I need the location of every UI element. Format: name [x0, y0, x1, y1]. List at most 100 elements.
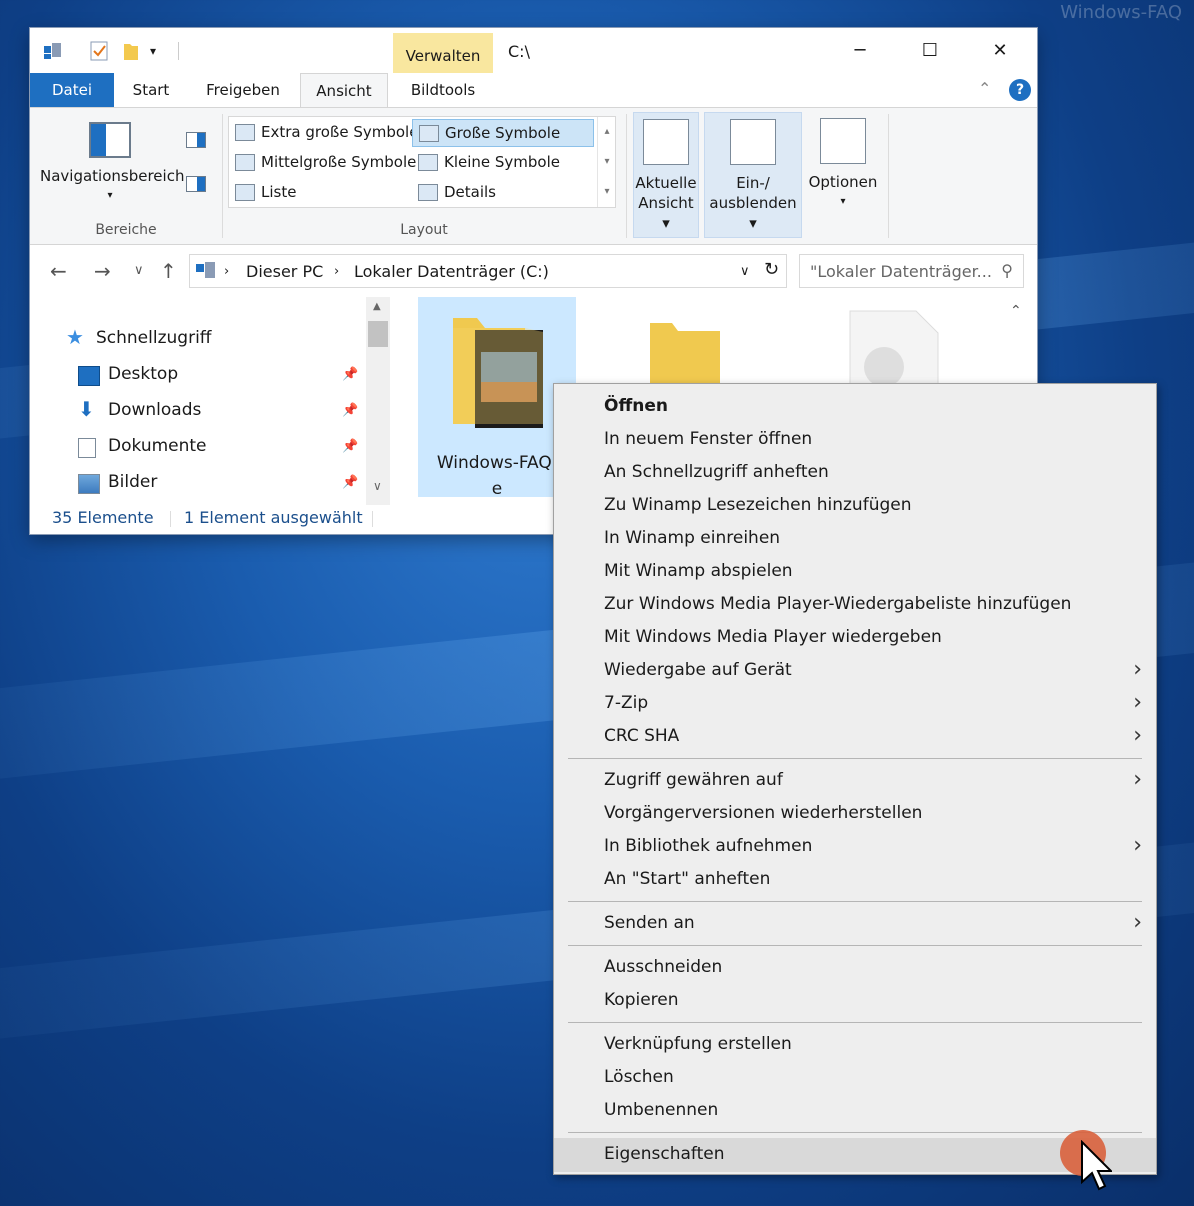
chevron-down-icon[interactable]: ∨ [740, 264, 750, 279]
menu-item-open-new-window[interactable]: In neuem Fenster öffnen [554, 424, 1156, 457]
menu-item-rename[interactable]: Umbenennen [554, 1095, 1156, 1128]
search-input[interactable]: "Lokaler Datenträger... ⚲ [799, 254, 1024, 288]
tab-ansicht[interactable]: Ansicht [300, 73, 388, 107]
scroll-up-icon[interactable]: ▲ [373, 301, 381, 312]
breadcrumb-local-disk[interactable]: Lokaler Datenträger (C:) [354, 262, 549, 281]
menu-item-cut[interactable]: Ausschneiden [554, 952, 1156, 985]
menu-item-include-library[interactable]: In Bibliothek aufnehmen › [554, 831, 1156, 864]
pin-icon[interactable]: 📌 [342, 367, 358, 382]
menu-label: Wiedergabe auf Gerät [604, 660, 792, 680]
address-box[interactable]: › Dieser PC › Lokaler Datenträger (C:) ∨… [189, 254, 787, 288]
nav-item-desktop[interactable]: Desktop [78, 361, 178, 391]
help-icon[interactable]: ? [1009, 79, 1031, 101]
forward-icon[interactable]: → [94, 259, 111, 283]
menu-item-delete[interactable]: Löschen [554, 1062, 1156, 1095]
menu-label: In Bibliothek aufnehmen [604, 836, 813, 856]
window-title: C:\ [508, 42, 530, 61]
menu-item-send-to[interactable]: Senden an › [554, 908, 1156, 941]
download-arrow-icon: ⬇ [78, 397, 95, 421]
collapse-ribbon-icon[interactable]: ⌃ [978, 79, 991, 98]
star-icon: ★ [66, 325, 84, 349]
pin-icon[interactable]: 📌 [342, 403, 358, 418]
context-tab-verwalten[interactable]: Verwalten [393, 33, 493, 73]
pictures-icon [78, 474, 100, 494]
ribbon-panel: Navigationsbereich ▾ Bereiche Layout Ext… [30, 107, 1037, 245]
tab-start[interactable]: Start [120, 73, 182, 107]
gallery-scroll[interactable]: ▴ ▾ ▾ [597, 117, 616, 207]
menu-item-open[interactable]: Öffnen [554, 391, 1156, 424]
layout-medium-icons[interactable]: Mittelgroße Symbole [229, 149, 416, 177]
menu-item-copy[interactable]: Kopieren [554, 985, 1156, 1018]
checkmark-icon[interactable] [88, 40, 110, 62]
layout-list[interactable]: Liste [229, 179, 411, 207]
folder-with-image-icon [453, 318, 543, 428]
nav-label: Desktop [108, 364, 179, 384]
preview-pane-icon[interactable] [186, 132, 206, 148]
layout-details[interactable]: Details [412, 179, 594, 207]
navigation-pane-button[interactable]: Navigationsbereich ▾ [40, 122, 184, 206]
menu-item-winamp-play[interactable]: Mit Winamp abspielen [554, 556, 1156, 589]
show-hide-label-2: ausblenden [709, 194, 797, 212]
folder-icon[interactable] [120, 40, 142, 62]
menu-item-cast-to-device[interactable]: Wiedergabe auf Gerät › [554, 655, 1156, 688]
nav-scrollbar[interactable]: ▲ ∨ [366, 297, 390, 505]
pin-icon[interactable]: 📌 [342, 475, 358, 490]
layout-small-icons[interactable]: Kleine Symbole [412, 149, 594, 177]
layout-large-icons[interactable]: Große Symbole [412, 119, 594, 147]
menu-item-crc-sha[interactable]: CRC SHA › [554, 721, 1156, 754]
content-scroll-up-icon[interactable]: ⌃ [1010, 303, 1022, 319]
properties-icon[interactable] [42, 40, 64, 62]
show-hide-button[interactable]: Ein-/ ausblenden ▾ [704, 112, 802, 238]
breadcrumb-dieser-pc[interactable]: Dieser PC [246, 262, 323, 281]
nav-item-documents[interactable]: Dokumente [78, 433, 207, 463]
chevron-right-icon: › [224, 264, 230, 279]
scroll-thumb[interactable] [368, 321, 388, 347]
options-button[interactable]: Optionen ▾ [808, 112, 878, 238]
menu-item-7zip[interactable]: 7-Zip › [554, 688, 1156, 721]
nav-label: Downloads [108, 400, 202, 420]
close-button[interactable]: ✕ [985, 38, 1015, 64]
refresh-icon[interactable]: ↻ [764, 259, 779, 280]
show-hide-icon [730, 119, 776, 165]
scroll-down-icon[interactable]: ∨ [373, 479, 382, 493]
layout-extra-large-icons[interactable]: Extra große Symbole [229, 119, 418, 147]
menu-item-restore-versions[interactable]: Vorgängerversionen wiederherstellen [554, 798, 1156, 831]
menu-item-wmp-playlist[interactable]: Zur Windows Media Player-Wiedergabeliste… [554, 589, 1156, 622]
chevron-right-icon: › [1133, 690, 1142, 715]
menu-item-winamp-bookmark[interactable]: Zu Winamp Lesezeichen hinzufügen [554, 490, 1156, 523]
menu-item-pin-start[interactable]: An "Start" anheften [554, 864, 1156, 897]
search-icon: ⚲ [1001, 261, 1013, 280]
nav-item-pictures[interactable]: Bilder [78, 469, 157, 499]
folder-label-line1: Windows-FAQ. [436, 453, 558, 473]
dropdown-icon[interactable]: ▾ [150, 40, 172, 62]
menu-item-pin-quick-access[interactable]: An Schnellzugriff anheften [554, 457, 1156, 490]
details-pane-icon[interactable] [186, 176, 206, 192]
menu-separator [568, 901, 1142, 902]
menu-item-create-shortcut[interactable]: Verknüpfung erstellen [554, 1029, 1156, 1062]
title-bar: ▾ Verwalten C:\ ─ ☐ ✕ [30, 28, 1037, 73]
up-icon[interactable]: ↑ [160, 259, 177, 283]
menu-label: 7-Zip [604, 693, 649, 713]
recent-locations-icon[interactable]: ∨ [134, 263, 144, 278]
menu-item-winamp-enqueue[interactable]: In Winamp einreihen [554, 523, 1156, 556]
current-view-button[interactable]: Aktuelle Ansicht ▾ [633, 112, 699, 238]
group-label-bereiche: Bereiche [95, 222, 157, 238]
minimize-button[interactable]: ─ [845, 38, 875, 64]
tab-freigeben[interactable]: Freigeben [200, 73, 286, 107]
large-icons-icon [419, 125, 439, 142]
nav-item-quick-access[interactable]: ★ Schnellzugriff [66, 325, 212, 355]
group-label-layout: Layout [400, 222, 448, 238]
back-icon[interactable]: ← [50, 259, 67, 283]
desktop-icon [78, 366, 100, 386]
maximize-button[interactable]: ☐ [915, 38, 945, 64]
pin-icon[interactable]: 📌 [342, 439, 358, 454]
menu-item-give-access[interactable]: Zugriff gewähren auf › [554, 765, 1156, 798]
layout-label: Große Symbole [445, 124, 561, 142]
menu-item-wmp-play[interactable]: Mit Windows Media Player wiedergeben [554, 622, 1156, 655]
layout-label: Mittelgroße Symbole [261, 153, 417, 171]
nav-label: Schnellzugriff [96, 328, 212, 348]
tab-datei[interactable]: Datei [30, 73, 114, 107]
tab-bildtools[interactable]: Bildtools [400, 73, 486, 107]
item-count: 35 Elemente [52, 508, 154, 527]
nav-item-downloads[interactable]: ⬇ Downloads [78, 397, 201, 427]
